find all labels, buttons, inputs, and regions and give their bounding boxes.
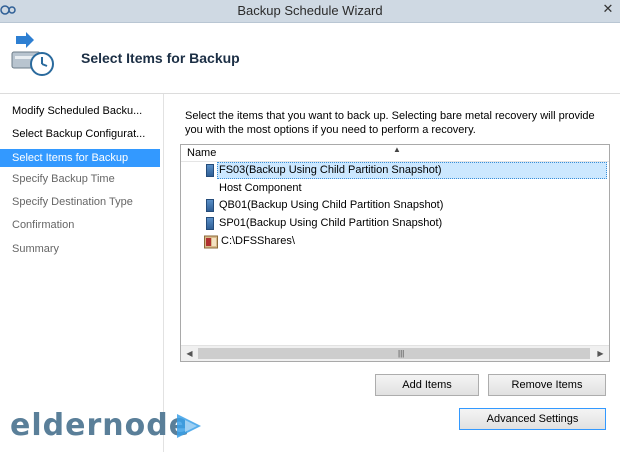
list-item-label: C:\DFSShares\: [221, 235, 295, 247]
scroll-grip-icon: |||: [398, 349, 405, 358]
horizontal-scrollbar[interactable]: ◀ ||| ▶: [181, 345, 609, 361]
list-item[interactable]: QB01(Backup Using Child Partition Snapsh…: [181, 197, 609, 214]
list-item[interactable]: C:\DFSShares\: [181, 233, 609, 250]
add-items-button[interactable]: Add Items: [375, 374, 479, 396]
watermark-text: eldernode: [10, 408, 191, 443]
window-title: Backup Schedule Wizard: [237, 3, 383, 18]
vm-icon: [206, 164, 214, 177]
backup-items-list[interactable]: Name ▲ FS03(Backup Using Child Partition…: [180, 144, 610, 362]
wizard-header: Select Items for Backup: [0, 23, 620, 94]
list-item[interactable]: FS03(Backup Using Child Partition Snapsh…: [181, 162, 609, 179]
nav-step-select-items-for-backup[interactable]: Select Items for Backup: [0, 149, 160, 167]
scroll-left-icon[interactable]: ◀: [183, 347, 196, 360]
nav-step-modify-scheduled-backup[interactable]: Modify Scheduled Backu...: [0, 102, 160, 120]
column-name-label[interactable]: Name: [187, 147, 216, 159]
play-logo-icon: [177, 414, 201, 438]
remove-items-button[interactable]: Remove Items: [488, 374, 606, 396]
nav-step-specify-destination-type: Specify Destination Type: [12, 196, 133, 208]
list-item-label: SP01(Backup Using Child Partition Snapsh…: [219, 217, 443, 229]
list-column-header[interactable]: Name ▲: [181, 145, 609, 162]
backup-schedule-icon: [11, 32, 54, 76]
nav-step-specify-backup-time: Specify Backup Time: [12, 173, 115, 185]
eldernode-watermark-logo: eldernode: [10, 408, 210, 448]
wizard-steps-nav: Modify Scheduled Backu... Select Backup …: [0, 94, 164, 452]
title-bar: Backup Schedule Wizard ✕: [0, 0, 620, 23]
nav-step-summary: Summary: [12, 243, 60, 255]
nav-step-confirmation: Confirmation: [12, 219, 75, 231]
list-item-label: FS03(Backup Using Child Partition Snapsh…: [219, 164, 442, 176]
vm-icon: [206, 217, 214, 230]
folder-share-icon: [204, 235, 218, 249]
scroll-right-icon[interactable]: ▶: [594, 347, 607, 360]
nav-step-select-backup-configuration[interactable]: Select Backup Configurat...: [0, 125, 160, 143]
page-title: Select Items for Backup: [81, 50, 240, 66]
vm-icon: [206, 199, 214, 212]
scrollbar-thumb[interactable]: |||: [198, 348, 590, 359]
close-icon[interactable]: ✕: [600, 0, 616, 18]
list-item-label: Host Component: [219, 182, 302, 194]
advanced-settings-button[interactable]: Advanced Settings: [459, 408, 606, 430]
list-item[interactable]: Host Component: [181, 180, 609, 197]
list-item-label: QB01(Backup Using Child Partition Snapsh…: [219, 199, 444, 211]
list-item[interactable]: SP01(Backup Using Child Partition Snapsh…: [181, 215, 609, 232]
instructions-text: Select the items that you want to back u…: [185, 110, 595, 136]
sort-ascending-icon: ▲: [393, 145, 401, 154]
